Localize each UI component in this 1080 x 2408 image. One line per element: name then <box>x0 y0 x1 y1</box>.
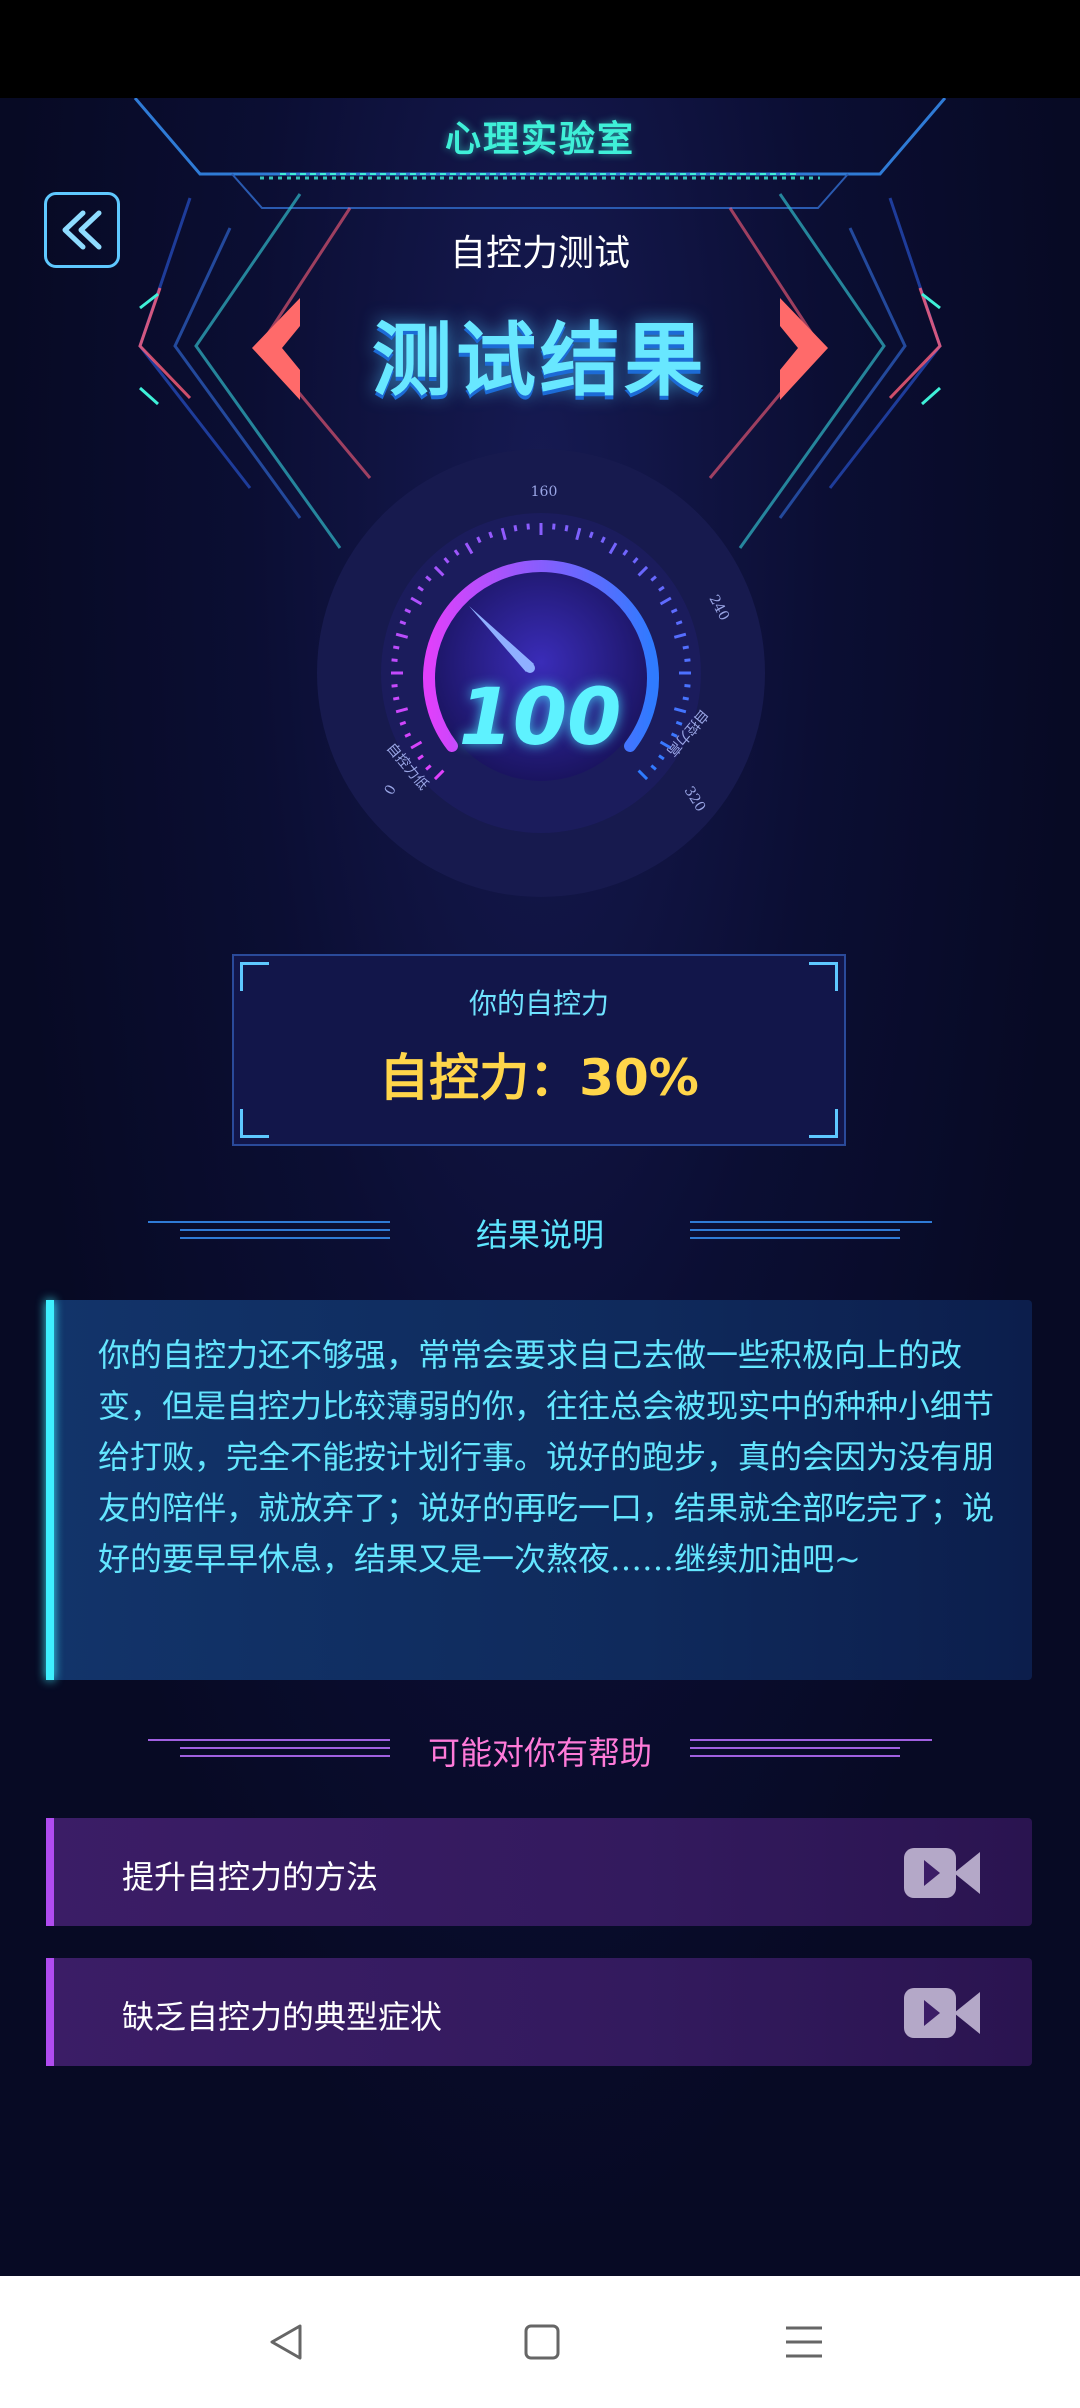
gauge-tick-mark <box>588 531 594 539</box>
gauge-tick-mark <box>684 658 691 662</box>
result-description: 你的自控力还不够强，常常会要求自己去做一些积极向上的改变，但是自控力比较薄弱的你… <box>98 1336 995 1578</box>
score-card: 你的自控力 自控力：30% <box>232 954 846 1146</box>
help-heading: 可能对你有帮助 <box>427 1734 652 1772</box>
gauge-tick-mark <box>513 525 518 532</box>
gauge-value: 100 <box>458 673 622 763</box>
system-navigation-bar <box>0 2276 1080 2408</box>
description-accent-bar <box>46 1300 54 1680</box>
help-item-label: 缺乏自控力的典型症状 <box>122 1998 443 2036</box>
result-description-card: 你的自控力还不够强，常常会要求自己去做一些积极向上的改变，但是自控力比较薄弱的你… <box>46 1300 1032 1680</box>
score-label: 你的自控力 <box>468 987 609 1020</box>
gauge-tick-mark <box>391 658 398 662</box>
help-item-label: 提升自控力的方法 <box>122 1858 379 1896</box>
gauge-tick-160: 160 <box>531 484 558 500</box>
help-accent-bar <box>46 1958 54 2066</box>
help-accent-bar <box>46 1818 54 1926</box>
gauge-tick-mark <box>682 645 689 650</box>
corner-br <box>809 1109 838 1138</box>
gauge-tick-mark <box>526 523 530 530</box>
gauge-tick-mark <box>552 523 556 530</box>
back-triangle-icon[interactable] <box>264 2320 308 2364</box>
result-title: 测试结果 <box>372 314 708 407</box>
app-screen: 心理实验室 自控力测试 测试结果 160 240 0 320 自控力低 自控力高… <box>0 98 1080 2276</box>
help-item-symptoms[interactable]: 缺乏自控力的典型症状 <box>46 1958 1032 2066</box>
status-bar <box>0 0 1080 98</box>
score-value: 自控力：30% <box>379 1049 699 1107</box>
gauge-tick-mark <box>675 620 683 626</box>
gauge-tick-mark <box>393 645 400 650</box>
help-item-improve[interactable]: 提升自控力的方法 <box>46 1818 1032 1926</box>
corner-bl <box>240 1109 269 1138</box>
test-subtitle: 自控力测试 <box>449 233 630 274</box>
result-heading: 结果说明 <box>475 1216 604 1254</box>
home-square-icon[interactable] <box>520 2320 564 2364</box>
video-camera-icon <box>904 1988 980 2038</box>
gauge-tick-mark <box>488 531 494 539</box>
gauge-tick-mark <box>564 525 569 532</box>
gauge-tick-mark <box>399 620 407 626</box>
video-camera-icon <box>904 1848 980 1898</box>
app-title: 心理实验室 <box>444 119 635 160</box>
menu-lines-icon[interactable] <box>782 2320 826 2364</box>
